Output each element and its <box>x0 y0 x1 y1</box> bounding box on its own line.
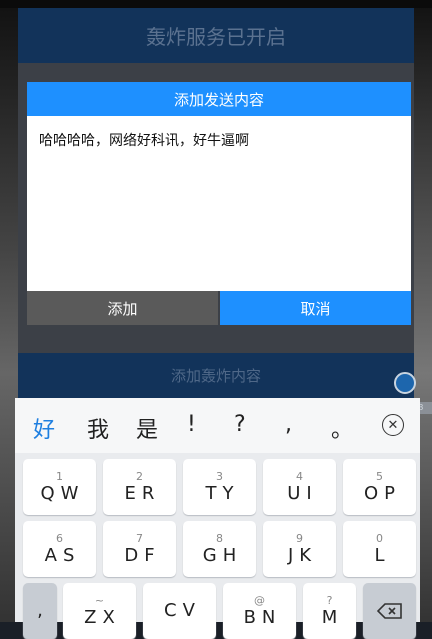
key-letters: AS <box>44 544 81 566</box>
key-jk[interactable]: 9 JK <box>263 521 336 577</box>
backspace-key[interactable] <box>363 583 416 639</box>
dialog-input-area[interactable]: 哈哈哈哈，网络好科讯，好牛逼啊 <box>27 116 411 291</box>
key-zx[interactable]: ~ ZX <box>63 583 136 639</box>
dialog-title: 添加发送内容 <box>27 82 411 116</box>
candidate-3[interactable]: 是 <box>136 412 158 444</box>
key-qw[interactable]: 1 QW <box>23 459 96 515</box>
key-letters: M <box>321 606 344 628</box>
key-number: 9 <box>296 531 303 545</box>
candidate-7[interactable]: 。 <box>331 412 353 444</box>
key-df[interactable]: 7 DF <box>103 521 176 577</box>
add-content-dialog: 添加发送内容 哈哈哈哈，网络好科讯，好牛逼啊 添加 取消 <box>27 82 411 325</box>
key-number: 3 <box>216 469 223 483</box>
candidate-5[interactable]: ? <box>234 412 246 437</box>
key-letters: JK <box>287 544 318 566</box>
key-number: 2 <box>136 469 143 483</box>
candidate-bar: 好 我 是 ! ? , 。 ✕ <box>15 398 420 453</box>
status-bar <box>0 0 432 8</box>
key-letters: GH <box>202 544 243 566</box>
key-letters: TY <box>205 482 240 504</box>
key-number: 6 <box>56 531 63 545</box>
content-input[interactable]: 哈哈哈哈，网络好科讯，好牛逼啊 <box>39 130 399 150</box>
key-number: 1 <box>56 469 63 483</box>
candidate-4[interactable]: ! <box>187 412 196 437</box>
key-letters: L <box>374 544 391 566</box>
key-ui[interactable]: 4 UI <box>263 459 336 515</box>
floating-toggle-icon[interactable] <box>394 372 416 394</box>
app-header-title: 轰炸服务已开启 <box>18 8 414 63</box>
key-letters: BN <box>243 606 282 628</box>
key-letters: UI <box>287 482 318 504</box>
key-m[interactable]: ? M <box>303 583 356 639</box>
add-bomb-content-button[interactable]: 添加轰炸内容 <box>18 353 414 398</box>
key-number: @ <box>254 593 265 607</box>
key-number: ? <box>326 593 333 607</box>
key-letters: CV <box>164 600 201 621</box>
key-comma[interactable]: , <box>23 583 57 639</box>
key-number: 8 <box>216 531 223 545</box>
candidate-1[interactable]: 好 <box>33 412 55 444</box>
key-as[interactable]: 6 AS <box>23 521 96 577</box>
key-ty[interactable]: 3 TY <box>183 459 256 515</box>
key-letters: DF <box>124 544 161 566</box>
backspace-icon <box>376 603 402 619</box>
key-l[interactable]: 0 L <box>343 521 416 577</box>
candidate-6[interactable]: , <box>285 412 292 437</box>
key-letters: OP <box>363 482 402 504</box>
key-cv[interactable]: CV <box>143 583 216 639</box>
cancel-button[interactable]: 取消 <box>220 291 411 325</box>
key-number: 0 <box>376 531 383 545</box>
key-number: 4 <box>296 469 303 483</box>
soft-keyboard: 好 我 是 ! ? , 。 ✕ 1 QW 2 ER 3 TY 4 UI 5 OP… <box>15 398 420 639</box>
add-button[interactable]: 添加 <box>27 291 218 325</box>
key-letters: ZX <box>84 606 121 628</box>
key-number: 7 <box>136 531 143 545</box>
key-letters: , <box>37 600 49 621</box>
key-gh[interactable]: 8 GH <box>183 521 256 577</box>
close-circle-icon[interactable]: ✕ <box>382 414 404 436</box>
candidate-2[interactable]: 我 <box>87 412 109 444</box>
dialog-actions: 添加 取消 <box>27 291 411 325</box>
key-er[interactable]: 2 ER <box>103 459 176 515</box>
key-letters: QW <box>40 482 85 504</box>
key-bn[interactable]: @ BN <box>223 583 296 639</box>
key-number: 5 <box>376 469 383 483</box>
key-letters: ER <box>124 482 161 504</box>
key-op[interactable]: 5 OP <box>343 459 416 515</box>
key-number: ~ <box>94 593 105 607</box>
